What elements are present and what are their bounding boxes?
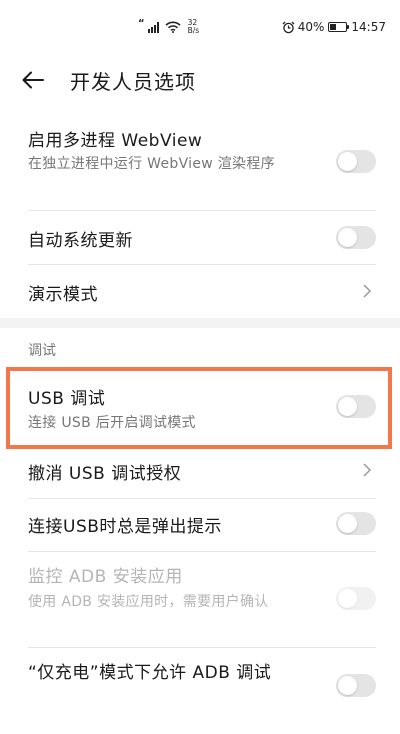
battery-icon: [328, 22, 350, 32]
setting-subtitle: 在独立进程中运行 WebView 渲染程序: [28, 156, 275, 172]
alarm-icon: [282, 21, 295, 33]
hd-indicator: “: [138, 18, 145, 29]
wifi-icon: [165, 21, 181, 33]
setting-title: “仅充电”模式下允许 ADB 调试: [28, 663, 272, 683]
toggle-knob: [338, 228, 357, 247]
setting-title: 撤消 USB 调试授权: [28, 464, 182, 484]
signal-icon: [147, 22, 159, 33]
chevron-right-icon: [363, 463, 372, 477]
setting-usb-connect-prompt[interactable]: 连接USB时总是弹出提示: [0, 499, 400, 551]
page-title: 开发人员选项: [70, 69, 196, 94]
monitor-adb-toggle[interactable]: [336, 587, 376, 610]
status-system: 40% 14:57: [282, 14, 386, 40]
app-header: 开发人员选项: [0, 58, 400, 102]
battery-fill: [330, 24, 337, 30]
arrow-left-icon: [22, 71, 44, 89]
charge-only-adb-toggle[interactable]: [336, 674, 376, 697]
status-bar: “ 32 B/s 40% 14:57: [0, 0, 400, 58]
status-network: “ 32 B/s: [138, 14, 199, 40]
setting-multiprocess-webview[interactable]: 启用多进程 WebView 在独立进程中运行 WebView 渲染程序: [0, 118, 400, 214]
setting-charge-only-adb[interactable]: “仅充电”模式下允许 ADB 调试: [0, 648, 400, 734]
setting-demo-mode[interactable]: 演示模式: [0, 265, 400, 318]
chevron-right-icon: [363, 284, 372, 298]
section-gap: [0, 318, 400, 328]
toggle-knob: [338, 589, 357, 608]
setting-auto-system-update[interactable]: 自动系统更新: [0, 211, 400, 264]
network-speed: 32 B/s: [188, 19, 200, 35]
back-button[interactable]: [18, 58, 48, 102]
setting-title: 监控 ADB 安装应用: [28, 567, 183, 587]
section-label-debug: 调试: [28, 343, 56, 359]
usb-prompt-toggle[interactable]: [336, 512, 376, 535]
speed-unit: B/s: [187, 26, 200, 35]
auto-update-toggle[interactable]: [336, 226, 376, 249]
setting-revoke-usb-authorization[interactable]: 撤消 USB 调试授权: [0, 449, 400, 495]
multiprocess-webview-toggle[interactable]: [336, 150, 376, 173]
clock: 14:57: [351, 20, 386, 34]
highlight-box: [6, 367, 392, 449]
setting-monitor-adb-installs[interactable]: 监控 ADB 安装应用 使用 ADB 安装应用时，需要用户确认: [0, 552, 400, 647]
battery-percent: 40%: [297, 20, 325, 34]
toggle-knob: [338, 514, 357, 533]
setting-title: 自动系统更新: [28, 231, 133, 251]
toggle-knob: [338, 152, 357, 171]
setting-title: 演示模式: [28, 285, 98, 305]
toggle-knob: [338, 676, 357, 695]
setting-title: 启用多进程 WebView: [28, 131, 203, 151]
setting-subtitle: 使用 ADB 安装应用时，需要用户确认: [28, 594, 269, 610]
setting-title: 连接USB时总是弹出提示: [28, 517, 222, 537]
